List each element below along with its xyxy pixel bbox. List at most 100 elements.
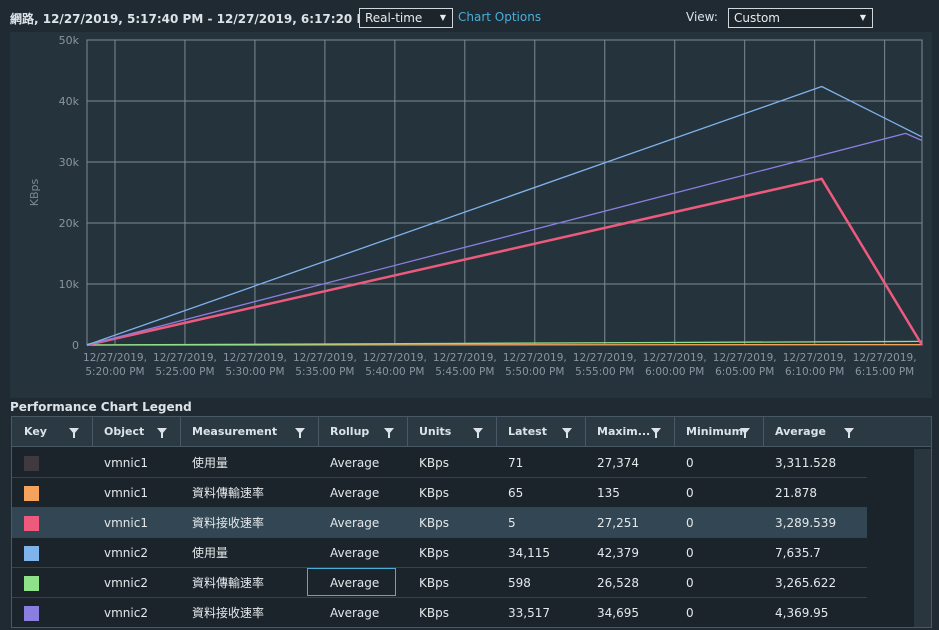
x-tick-label: 12/27/2019, 6:15:00 PM bbox=[853, 352, 917, 378]
legend-row[interactable]: vmnic1 資料傳輸速率 Average KBps 65 135 0 21.878 bbox=[12, 478, 867, 508]
column-header[interactable]: Average bbox=[775, 417, 826, 447]
filter-icon[interactable] bbox=[69, 428, 79, 438]
column-divider bbox=[318, 417, 319, 447]
legend-cell-measurement: 資料接收速率 bbox=[192, 606, 265, 620]
filter-icon[interactable] bbox=[473, 428, 483, 438]
legend-cell-max: 26,528 bbox=[597, 576, 639, 590]
column-header[interactable]: Latest bbox=[508, 417, 547, 447]
x-tick-label: 12/27/2019, 5:50:00 PM bbox=[503, 352, 567, 378]
legend-cell-rollup: Average bbox=[330, 516, 380, 530]
legend-cell-measurement: 資料傳輸速率 bbox=[192, 486, 265, 500]
legend-cell-max: 27,251 bbox=[597, 516, 639, 530]
y-tick-label: 20k bbox=[59, 217, 80, 230]
plot-area bbox=[86, 39, 923, 346]
chart-title: 網路, 12/27/2019, 5:17:40 PM - 12/27/2019,… bbox=[10, 12, 378, 26]
legend-cell-min: 0 bbox=[686, 576, 694, 590]
series-color-key bbox=[24, 576, 39, 591]
view-select[interactable]: Custom ▼ bbox=[728, 8, 873, 28]
x-tick-label: 12/27/2019, 5:55:00 PM bbox=[573, 352, 637, 378]
legend-cell-units: KBps bbox=[419, 516, 449, 530]
legend-title: Performance Chart Legend bbox=[10, 400, 192, 414]
legend-cell-min: 0 bbox=[686, 456, 694, 470]
legend-scrollbar[interactable] bbox=[914, 449, 931, 627]
chart-options-link[interactable]: Chart Options bbox=[458, 10, 541, 24]
column-divider bbox=[92, 417, 93, 447]
series-color-key bbox=[24, 606, 39, 621]
column-header[interactable]: Units bbox=[419, 417, 451, 447]
legend-row[interactable]: vmnic2 資料接收速率 Average KBps 33,517 34,695 0 4,36… bbox=[12, 598, 867, 627]
legend-cell-measurement: 資料接收速率 bbox=[192, 516, 265, 530]
y-tick-label: 50k bbox=[59, 34, 80, 47]
y-tick-label: 10k bbox=[59, 278, 80, 291]
series-color-key bbox=[24, 456, 39, 471]
legend-cell-latest: 5 bbox=[508, 516, 516, 530]
view-label: View: bbox=[686, 10, 718, 24]
legend-cell-units: KBps bbox=[419, 546, 449, 560]
legend-row[interactable]: vmnic1 使用量 Average KBps 71 27,374 0 3,311.528 bbox=[12, 448, 867, 478]
x-tick-label: 12/27/2019, 5:35:00 PM bbox=[293, 352, 357, 378]
column-divider bbox=[496, 417, 497, 447]
y-tick-label: 0 bbox=[72, 339, 79, 352]
x-tick-label: 12/27/2019, 5:45:00 PM bbox=[433, 352, 497, 378]
legend-cell-latest: 598 bbox=[508, 576, 531, 590]
column-header[interactable]: Rollup bbox=[330, 417, 369, 447]
filter-icon[interactable] bbox=[651, 428, 661, 438]
legend-cell-units: KBps bbox=[419, 606, 449, 620]
legend-cell-units: KBps bbox=[419, 486, 449, 500]
column-header[interactable]: Measurement bbox=[192, 417, 277, 447]
legend-cell-min: 0 bbox=[686, 486, 694, 500]
x-tick-label: 12/27/2019, 6:00:00 PM bbox=[643, 352, 707, 378]
legend-cell-latest: 34,115 bbox=[508, 546, 550, 560]
legend-row[interactable]: vmnic1 資料接收速率 Average KBps 5 27,251 0 3,289.539 bbox=[12, 508, 867, 538]
column-header[interactable]: Object bbox=[104, 417, 144, 447]
x-tick-label: 12/27/2019, 5:30:00 PM bbox=[223, 352, 287, 378]
legend-cell-object: vmnic1 bbox=[104, 456, 148, 470]
legend-cell-object: vmnic2 bbox=[104, 546, 148, 560]
filter-icon[interactable] bbox=[562, 428, 572, 438]
filter-icon[interactable] bbox=[844, 428, 854, 438]
series-color-key bbox=[24, 516, 39, 531]
x-tick-label: 12/27/2019, 5:25:00 PM bbox=[153, 352, 217, 378]
period-select[interactable]: Real-time ▼ bbox=[359, 8, 453, 28]
legend-cell-object: vmnic1 bbox=[104, 516, 148, 530]
series-color-key bbox=[24, 486, 39, 501]
legend-cell-min: 0 bbox=[686, 516, 694, 530]
filter-icon[interactable] bbox=[384, 428, 394, 438]
x-tick-label: 12/27/2019, 6:05:00 PM bbox=[713, 352, 777, 378]
series-color-key bbox=[24, 546, 39, 561]
filter-icon[interactable] bbox=[157, 428, 167, 438]
performance-chart[interactable]: 50k 40k 30k 20k 10k 0 12/27/2019, 5:20:00 PM 12/… bbox=[10, 32, 932, 398]
legend-cell-latest: 65 bbox=[508, 486, 524, 500]
column-header[interactable]: Maxim... bbox=[597, 417, 650, 447]
legend-cell-rollup: Average bbox=[330, 606, 380, 620]
legend-cell-min: 0 bbox=[686, 606, 694, 620]
legend-cell-max: 27,374 bbox=[597, 456, 639, 470]
legend-cell-min: 0 bbox=[686, 546, 694, 560]
legend-row[interactable]: vmnic2 資料傳輸速率 Average KBps 598 26,528 0 3,265.6… bbox=[12, 568, 867, 598]
filter-icon[interactable] bbox=[740, 428, 750, 438]
legend-grid: Key Object Measurement Rollup Units Latest Max… bbox=[11, 416, 932, 628]
legend-cell-avg: 21.878 bbox=[775, 486, 817, 500]
legend-cell-rollup: Average bbox=[330, 546, 380, 560]
legend-cell-avg: 4,369.95 bbox=[775, 606, 829, 620]
column-header[interactable]: Minimum bbox=[686, 417, 743, 447]
legend-cell-measurement: 使用量 bbox=[192, 546, 229, 560]
filter-icon[interactable] bbox=[295, 428, 305, 438]
column-divider bbox=[674, 417, 675, 447]
column-divider bbox=[180, 417, 181, 447]
x-tick-label: 12/27/2019, 5:20:00 PM bbox=[83, 352, 147, 378]
legend-cell-rollup: Average bbox=[330, 486, 380, 500]
legend-cell-avg: 3,289.539 bbox=[775, 516, 837, 530]
legend-cell-avg: 3,265.622 bbox=[775, 576, 837, 590]
period-select-value: Real-time bbox=[365, 11, 423, 25]
legend-cell-max: 34,695 bbox=[597, 606, 639, 620]
x-tick-label: 12/27/2019, 6:10:00 PM bbox=[783, 352, 847, 378]
legend-cell-latest: 71 bbox=[508, 456, 524, 470]
focused-cell-outline bbox=[307, 568, 396, 596]
legend-cell-measurement: 使用量 bbox=[192, 456, 229, 470]
chevron-down-icon: ▼ bbox=[859, 13, 866, 22]
legend-row[interactable]: vmnic2 使用量 Average KBps 34,115 42,379 0 7,635.7 bbox=[12, 538, 867, 568]
column-divider bbox=[763, 417, 764, 447]
column-header[interactable]: Key bbox=[24, 417, 47, 447]
y-axis-label: KBps bbox=[28, 179, 41, 207]
